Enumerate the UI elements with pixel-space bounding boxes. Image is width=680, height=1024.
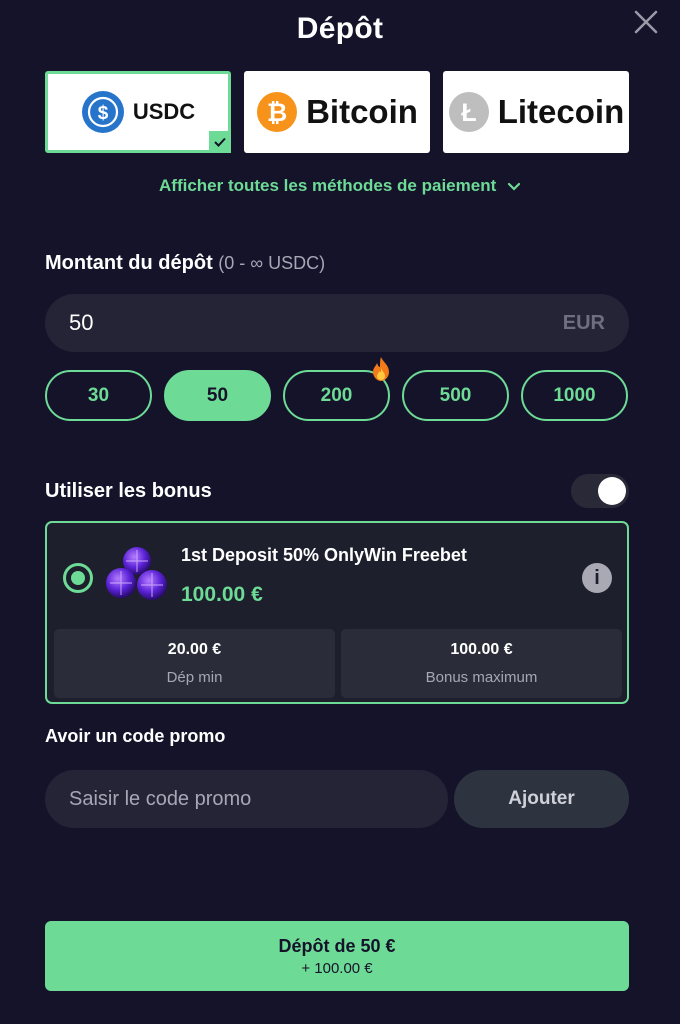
payment-methods: $ USDC ₿ Bitcoin Ł Litecoin: [45, 71, 629, 153]
amount-presets: 30 50 200 500 1000: [45, 357, 628, 421]
promo-code-input[interactable]: [45, 770, 448, 828]
preset-chip-50[interactable]: 50: [164, 370, 271, 421]
usdc-icon: $: [81, 91, 124, 133]
min-deposit-stat: 20.00 € Dép min: [54, 629, 335, 698]
amount-label-text: Montant du dépôt: [45, 252, 213, 274]
deposit-button[interactable]: Dépôt de 50 € + 100.00 €: [45, 921, 629, 991]
svg-text:$: $: [98, 103, 109, 124]
bonus-card[interactable]: 1st Deposit 50% OnlyWin Freebet 100.00 €…: [45, 521, 629, 704]
bonus-name: 1st Deposit 50% OnlyWin Freebet: [181, 545, 467, 565]
payment-method-litecoin[interactable]: Ł Litecoin: [443, 71, 629, 153]
show-all-methods-link[interactable]: Afficher toutes les méthodes de paiement: [0, 176, 680, 196]
max-bonus-value: 100.00 €: [450, 641, 513, 658]
preset-chip-200[interactable]: 200: [283, 357, 390, 421]
payment-method-label: USDC: [132, 99, 196, 124]
bonus-amount: 100.00 €: [181, 583, 263, 606]
preset-chip-30[interactable]: 30: [45, 370, 152, 421]
svg-text:₿: ₿: [267, 99, 287, 127]
preset-chip-1000[interactable]: 1000: [521, 370, 628, 421]
preset-label: 500: [439, 384, 472, 406]
preset-label: 50: [206, 384, 229, 406]
payment-method-bitcoin[interactable]: ₿ Bitcoin: [244, 71, 430, 153]
amount-input[interactable]: 50 EUR: [45, 294, 629, 352]
fire-icon: [373, 357, 389, 381]
litecoin-icon: Ł: [448, 92, 489, 132]
preset-label: 200: [320, 384, 353, 406]
check-icon: [209, 131, 231, 153]
preset-chip-500[interactable]: 500: [402, 370, 509, 421]
toggle-knob: [598, 477, 626, 505]
bitcoin-icon: ₿: [257, 92, 298, 132]
amount-currency: EUR: [562, 311, 605, 334]
svg-text:Ł: Ł: [461, 99, 476, 127]
amount-value: 50: [69, 310, 94, 335]
footballs-icon: [106, 547, 167, 600]
preset-label: 1000: [553, 384, 596, 406]
amount-label: Montant du dépôt (0 - ∞ USDC): [45, 252, 325, 275]
max-bonus-stat: 100.00 € Bonus maximum: [341, 629, 622, 698]
payment-method-usdc[interactable]: $ USDC: [45, 71, 231, 153]
amount-range: (0 - ∞ USDC): [218, 253, 326, 273]
page-title: Dépôt: [296, 12, 384, 45]
deposit-button-label: Dépôt de 50 €: [278, 935, 396, 956]
info-icon[interactable]: i: [582, 563, 612, 593]
min-deposit-value: 20.00 €: [167, 641, 222, 658]
promo-label: Avoir un code promo: [45, 726, 226, 746]
bonus-radio[interactable]: [63, 563, 93, 593]
payment-method-label: Litecoin: [497, 93, 625, 130]
payment-method-label: Bitcoin: [306, 93, 418, 130]
bonus-stats: 20.00 € Dép min 100.00 € Bonus maximum: [54, 629, 622, 698]
chevron-down-icon: [507, 182, 521, 191]
max-bonus-label: Bonus maximum: [425, 669, 538, 686]
close-icon[interactable]: [632, 8, 660, 36]
preset-label: 30: [87, 384, 110, 406]
show-all-methods-label: Afficher toutes les méthodes de paiement: [159, 176, 497, 195]
add-promo-button[interactable]: Ajouter: [454, 770, 629, 828]
bonus-toggle[interactable]: [571, 474, 629, 508]
deposit-button-sublabel: + 100.00 €: [301, 959, 373, 977]
min-deposit-label: Dép min: [166, 669, 223, 686]
bonus-label: Utiliser les bonus: [45, 480, 212, 502]
